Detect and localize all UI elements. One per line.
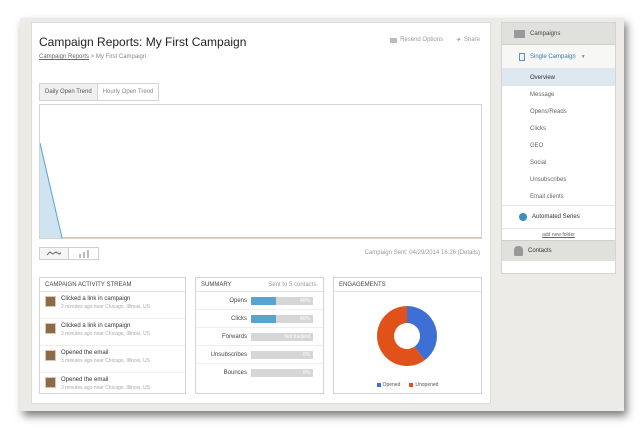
trend-line (40, 142, 481, 238)
summary-label: Forwards (221, 333, 247, 340)
avatar (45, 323, 56, 334)
app-window: Campaign Reports: My First Campaign Rese… (20, 18, 624, 411)
sidebar-item-geo[interactable]: GEO (502, 137, 615, 154)
summary-value: 0% (302, 351, 310, 358)
breadcrumb: Campaign Reports > My First Campaign (39, 54, 146, 60)
chart-type-toggle (39, 247, 99, 260)
summary-label: Bounces (223, 370, 247, 376)
summary-bar: 0% (251, 350, 313, 359)
bar-chart-button[interactable] (69, 247, 99, 260)
avatar (45, 350, 56, 361)
trend-area (40, 143, 481, 238)
add-new-folder-link[interactable]: add new folder (502, 229, 615, 240)
resend-options-button[interactable]: Resend Options (390, 36, 443, 44)
envelope-icon (514, 29, 525, 38)
summary-row: Unsubscribes 0% (196, 346, 323, 364)
tab-daily-open-trend[interactable]: Daily Open Trend (39, 83, 98, 101)
sidebar-item-unsubscribes[interactable]: Unsubscribes (502, 171, 615, 188)
breadcrumb-separator: > (90, 54, 95, 60)
activity-item[interactable]: Clicked a link in campaign 2 minutes ago … (40, 292, 185, 319)
automation-icon (519, 213, 527, 221)
donut-chart-svg (377, 306, 437, 366)
summary-row: Bounces 0% (196, 364, 323, 382)
summary-panel: SUMMARY Sent to 5 contacts. Opens 40% Clic… (195, 277, 324, 394)
tab-hourly-open-trend[interactable]: Hourly Open Trend (97, 83, 160, 101)
envelope-icon (390, 37, 398, 43)
summary-bar: 40% (251, 296, 313, 305)
avatar (45, 377, 56, 388)
summary-row: Opens 40% (196, 292, 323, 310)
activity-item[interactable]: Opened the email 3 minutes ago near Chica… (40, 346, 185, 373)
single-campaign-dropdown[interactable]: Single Campaign ▼ (502, 45, 615, 69)
trend-tabs: Daily Open Trend Hourly Open Trend (39, 83, 160, 101)
sidebar-item-social[interactable]: Social (502, 154, 615, 171)
sidebar-item-clicks[interactable]: Clicks (502, 120, 615, 137)
summary-row: Clicks 40% (196, 310, 323, 328)
activity-stream-header: CAMPAIGN ACTIVITY STREAM (40, 278, 185, 292)
engagement-legend: Opened Unopened (334, 382, 481, 388)
summary-value: 0% (302, 370, 310, 376)
activity-stream-panel: CAMPAIGN ACTIVITY STREAM Clicked a link … (39, 277, 186, 394)
breadcrumb-current: My First Campaign (95, 54, 147, 60)
person-icon (514, 246, 523, 256)
activity-item[interactable]: Clicked a link in campaign 2 minutes ago … (40, 319, 185, 346)
legend-swatch (409, 383, 414, 387)
summary-value: 40% (299, 315, 310, 322)
sidebar-contacts[interactable]: Contacts (502, 240, 615, 261)
page-title: Campaign Reports: My First Campaign (39, 35, 247, 49)
report-main: Campaign Reports: My First Campaign Rese… (31, 22, 491, 404)
breadcrumb-link[interactable]: Campaign Reports (39, 54, 89, 60)
summary-bar: Not tracked (251, 332, 313, 341)
header-actions: Resend Options ✦ Share (390, 36, 480, 44)
legend-swatch (376, 383, 381, 387)
sidebar-item-message[interactable]: Message (502, 86, 615, 103)
summary-header: SUMMARY Sent to 5 contacts. (196, 278, 323, 292)
chevron-down-icon: ▼ (580, 53, 586, 60)
share-icon: ✦ (455, 37, 461, 44)
summary-label: Unsubscribes (210, 351, 247, 358)
sidebar-item-opens-reads[interactable]: Opens/Reads (502, 103, 615, 120)
line-chart-icon (46, 251, 62, 256)
engagement-donut (334, 292, 481, 380)
summary-label: Opens (229, 297, 247, 304)
summary-bar-fill (251, 314, 276, 323)
line-chart-button[interactable] (39, 247, 69, 260)
document-icon (519, 52, 525, 61)
open-trend-chart (39, 104, 482, 239)
share-button[interactable]: ✦ Share (455, 36, 480, 44)
summary-value: Not tracked (284, 333, 310, 340)
trend-chart-svg (40, 142, 481, 238)
summary-rows: Opens 40% Clicks 40% Forwards Not tracked Unsu… (196, 292, 323, 382)
avatar (45, 296, 56, 307)
sidebar-campaigns[interactable]: Campaigns (502, 23, 615, 45)
bar-chart-icon (78, 249, 89, 258)
summary-bar-fill (251, 296, 276, 305)
sidebar-item-overview[interactable]: Overview (502, 69, 615, 86)
sidebar-item-email-clients[interactable]: Email clients (502, 188, 615, 205)
summary-value: 40% (299, 297, 310, 304)
engagements-panel: ENGAGEMENTS Opened Unopened (333, 277, 482, 394)
engagements-header: ENGAGEMENTS (334, 278, 481, 292)
summary-row: Forwards Not tracked (196, 328, 323, 346)
campaign-sent-info: Campaign Sent: 04/29/2014 16:26 (Details… (364, 250, 480, 256)
legend-opened: Opened (376, 382, 400, 388)
summary-bar: 0% (251, 369, 313, 377)
legend-unopened: Unopened (409, 382, 438, 388)
summary-bar: 40% (251, 314, 313, 323)
sidebar-automated-series[interactable]: Automated Series (502, 205, 615, 229)
activity-item[interactable]: Opened the email 3 minutes ago near Chica… (40, 373, 185, 400)
sidebar: Campaigns Single Campaign ▼ Overview Mes… (501, 22, 616, 274)
summary-label: Clicks (231, 315, 247, 322)
